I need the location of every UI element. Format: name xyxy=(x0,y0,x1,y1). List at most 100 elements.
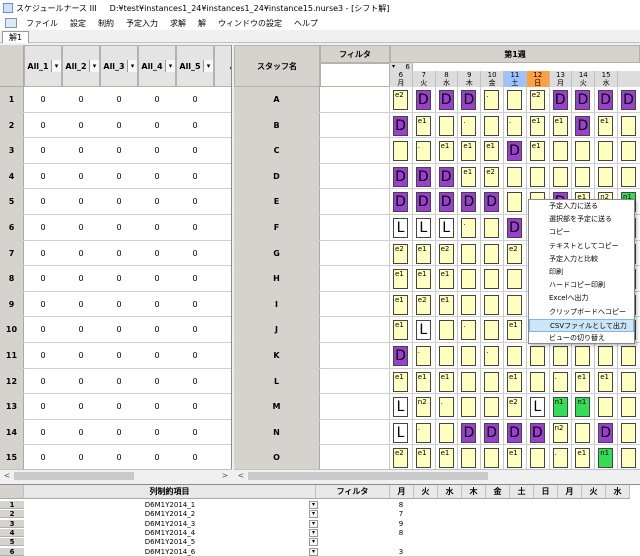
shift-cell[interactable]: D xyxy=(598,90,614,110)
shift-cell[interactable]: e1 xyxy=(438,371,454,392)
shift-cell[interactable]: D xyxy=(438,166,454,187)
shift-cell[interactable] xyxy=(461,448,477,469)
shift-cell[interactable] xyxy=(621,166,636,187)
shift-cell[interactable]: D xyxy=(575,115,591,136)
shift-cell[interactable]: D xyxy=(507,141,522,162)
shift-cell[interactable] xyxy=(621,371,636,392)
shift-cell[interactable]: e1 xyxy=(507,371,522,392)
shift-cell[interactable] xyxy=(598,346,614,366)
filter-cell[interactable] xyxy=(320,240,390,267)
shift-cell[interactable] xyxy=(507,269,522,290)
shift-cell[interactable]: D xyxy=(438,90,454,110)
shift-cell[interactable]: e1 xyxy=(529,141,545,162)
context-menu-item[interactable]: ビューの切り替え xyxy=(529,332,634,345)
shift-cell[interactable]: e1 xyxy=(507,448,522,469)
left-column-header[interactable]: All_3 ▾ xyxy=(100,45,138,87)
shift-cell[interactable] xyxy=(507,90,522,110)
context-menu-item[interactable]: 選択部を予定に送る xyxy=(529,213,634,226)
shift-cell[interactable]: e2 xyxy=(393,243,408,264)
menu-file[interactable]: ファイル xyxy=(20,18,64,29)
shift-cell[interactable]: e1 xyxy=(415,243,431,264)
shift-cell[interactable]: L xyxy=(438,218,454,238)
filter-cell[interactable] xyxy=(320,343,390,369)
shift-cell[interactable]: n1 xyxy=(598,448,614,469)
shift-cell[interactable]: n2 xyxy=(552,422,568,443)
shift-cell[interactable]: e1 xyxy=(484,141,500,162)
shift-cell[interactable] xyxy=(552,346,568,366)
shift-cell[interactable]: D xyxy=(415,166,431,187)
shift-cell[interactable] xyxy=(461,294,477,315)
shift-cell[interactable]: . xyxy=(461,218,477,238)
shift-cell[interactable]: D xyxy=(484,422,500,443)
menu-window-settings[interactable]: ウィンドウの設定 xyxy=(212,18,288,29)
filter-cell[interactable] xyxy=(320,266,390,292)
row-dropdown-icon[interactable]: ▾ xyxy=(309,547,318,556)
shift-cell[interactable] xyxy=(552,166,568,187)
shift-cell[interactable]: e2 xyxy=(393,448,408,469)
scroll-left-icon[interactable]: < xyxy=(2,471,12,481)
shift-cell[interactable]: . xyxy=(507,115,522,136)
shift-cell[interactable] xyxy=(621,115,636,136)
context-menu-item[interactable]: 予定入力と比較 xyxy=(529,253,634,266)
shift-cell[interactable]: e1 xyxy=(393,371,408,392)
shift-cell[interactable]: e1 xyxy=(598,115,614,136)
shift-cell[interactable]: e1 xyxy=(438,269,454,290)
shift-cell[interactable]: D xyxy=(415,90,431,110)
row-dropdown-icon[interactable]: ▾ xyxy=(309,538,318,547)
shift-cell[interactable]: D xyxy=(415,192,431,213)
menu-schedule-input[interactable]: 予定入力 xyxy=(120,18,164,29)
shift-cell[interactable] xyxy=(484,397,500,418)
shift-cell[interactable] xyxy=(461,243,477,264)
shift-cell[interactable] xyxy=(598,397,614,418)
scroll-left-icon[interactable]: < xyxy=(236,471,246,481)
menu-solve[interactable]: 求解 xyxy=(164,18,192,29)
shift-cell[interactable] xyxy=(438,422,454,443)
shift-cell[interactable]: e2 xyxy=(393,90,408,110)
shift-cell[interactable] xyxy=(621,141,636,162)
shift-cell[interactable]: L xyxy=(393,218,408,238)
bottom-row[interactable]: 2 D6M1Y2014_2 ▾ 7 xyxy=(0,510,640,519)
shift-cell[interactable]: D xyxy=(461,422,477,443)
left-column-header[interactable]: All_4 ▾ xyxy=(138,45,176,87)
shift-cell[interactable]: D xyxy=(484,192,500,213)
menu-settings[interactable]: 設定 xyxy=(64,18,92,29)
toolbar-icon[interactable] xyxy=(5,18,17,28)
shift-cell[interactable] xyxy=(507,346,522,366)
left-column-header[interactable]: All_2 ▾ xyxy=(62,45,100,87)
filter-cell[interactable] xyxy=(320,394,390,420)
shift-cell[interactable]: D xyxy=(461,192,477,213)
shift-cell[interactable]: . xyxy=(484,346,500,366)
shift-cell[interactable]: n2 xyxy=(415,397,431,418)
filter-dropdown-icon[interactable]: ▾ xyxy=(51,60,61,72)
shift-cell[interactable]: e1 xyxy=(393,269,408,290)
filter-cell[interactable] xyxy=(320,291,390,318)
row-dropdown-icon[interactable]: ▾ xyxy=(309,519,318,528)
shift-cell[interactable] xyxy=(575,141,591,162)
shift-cell[interactable] xyxy=(438,115,454,136)
shift-cell[interactable]: D xyxy=(461,90,477,110)
shift-cell[interactable]: . xyxy=(552,448,568,469)
shift-cell[interactable]: D xyxy=(529,422,545,443)
shift-cell[interactable] xyxy=(484,371,500,392)
left-column-header[interactable]: All_5 ▾ xyxy=(176,45,214,87)
context-menu-item[interactable]: Excelへ出力 xyxy=(529,292,634,305)
shift-cell[interactable]: L xyxy=(529,397,545,418)
filter-dropdown-icon[interactable]: ▾ xyxy=(89,60,99,72)
shift-cell[interactable]: e1 xyxy=(415,371,431,392)
context-menu-item[interactable]: ハードコピー印刷 xyxy=(529,279,634,292)
shift-cell[interactable] xyxy=(621,397,636,418)
shift-cell[interactable] xyxy=(552,141,568,162)
shift-cell[interactable]: L xyxy=(415,320,431,341)
filter-cell[interactable] xyxy=(320,317,390,343)
shift-cell[interactable] xyxy=(461,269,477,290)
spinner-up-icon[interactable]: ▾ xyxy=(392,63,395,70)
shift-cell[interactable]: D xyxy=(621,90,636,110)
filter-cell[interactable] xyxy=(320,419,390,446)
shift-cell[interactable]: e1 xyxy=(529,115,545,136)
shift-cell[interactable]: L xyxy=(393,422,408,443)
row-dropdown-icon[interactable]: ▾ xyxy=(309,510,318,519)
shift-cell[interactable] xyxy=(484,269,500,290)
shift-cell[interactable] xyxy=(484,294,500,315)
shift-cell[interactable]: e1 xyxy=(438,448,454,469)
right-horizontal-scrollbar[interactable]: < xyxy=(234,469,640,481)
